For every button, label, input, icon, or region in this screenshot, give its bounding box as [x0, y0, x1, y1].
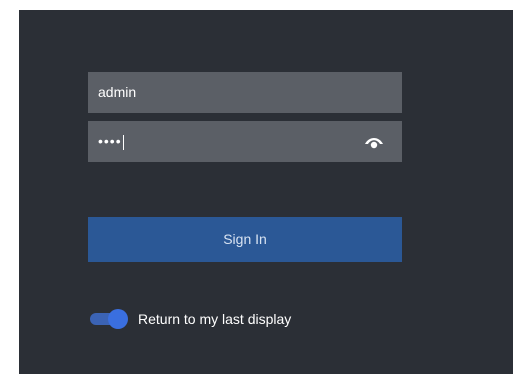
username-value: admin [98, 84, 137, 100]
eye-icon[interactable] [364, 134, 384, 150]
remember-display-row: Return to my last display [90, 308, 291, 330]
toggle-knob [108, 309, 128, 329]
login-panel: admin •••• Sign In Return to my last dis… [19, 10, 513, 374]
username-field[interactable]: admin [88, 72, 402, 113]
password-value-wrap: •••• [98, 121, 124, 162]
password-value: •••• [98, 133, 122, 149]
remember-display-label: Return to my last display [138, 311, 292, 327]
text-caret [122, 134, 124, 150]
password-field[interactable]: •••• [88, 121, 402, 162]
remember-display-toggle[interactable] [90, 309, 128, 329]
sign-in-button[interactable]: Sign In [88, 217, 402, 262]
